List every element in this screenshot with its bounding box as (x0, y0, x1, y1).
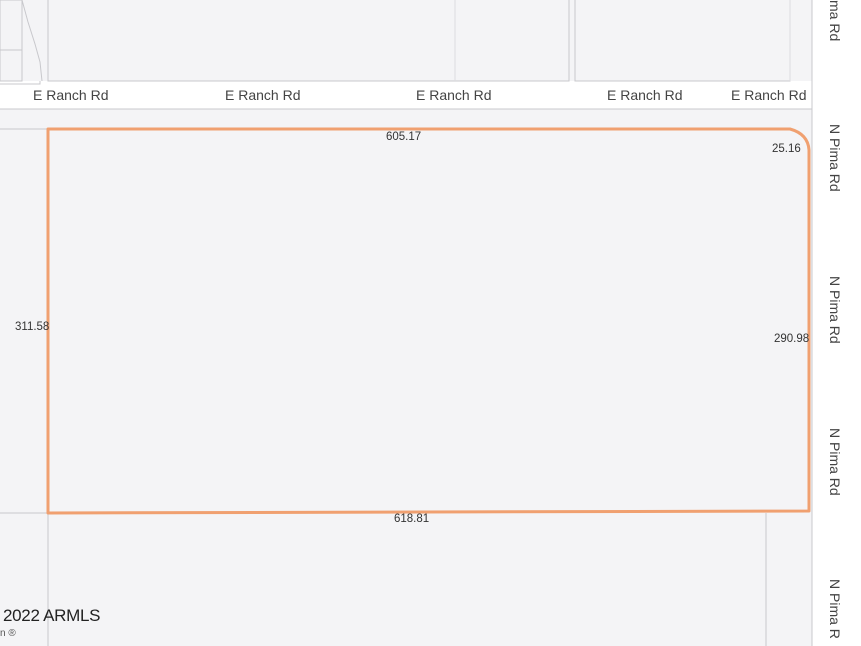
attribution-partial: n ® (0, 628, 16, 639)
upper-left-lot (0, 0, 23, 51)
road-label-ranch-2: E Ranch Rd (225, 87, 301, 103)
road-label-ranch-4: E Ranch Rd (607, 87, 683, 103)
dimension-south: 618.81 (394, 513, 430, 525)
dimension-east: 290.98 (774, 333, 810, 345)
road-label-ranch-3: E Ranch Rd (416, 87, 492, 103)
dimension-corner: 25.16 (772, 143, 801, 155)
parcel-outline[interactable] (46, 127, 811, 515)
copyright-text: 2022 ARMLS (3, 606, 101, 625)
road-label-pima-2: N Pima Rd (827, 276, 843, 344)
road-label-pima-1: N Pima Rd (827, 124, 843, 192)
upper-left-lot-2 (0, 49, 23, 82)
parcel-map[interactable]: E Ranch Rd E Ranch Rd E Ranch Rd E Ranch… (0, 0, 861, 646)
dimension-north: 605.17 (386, 131, 422, 143)
upper-lot-1 (47, 0, 570, 82)
road-label-pima-4: N Pima R (827, 579, 843, 639)
curve-road-edge-outer (21, 0, 43, 82)
road-label-pima-top: ma Rd (827, 0, 843, 42)
road-label-ranch-5: E Ranch Rd (731, 87, 807, 103)
road-label-pima-3: N Pima Rd (827, 428, 843, 496)
upper-lot-2 (574, 0, 791, 82)
road-label-ranch-1: E Ranch Rd (33, 87, 109, 103)
dimension-west: 311.58 (15, 321, 50, 333)
